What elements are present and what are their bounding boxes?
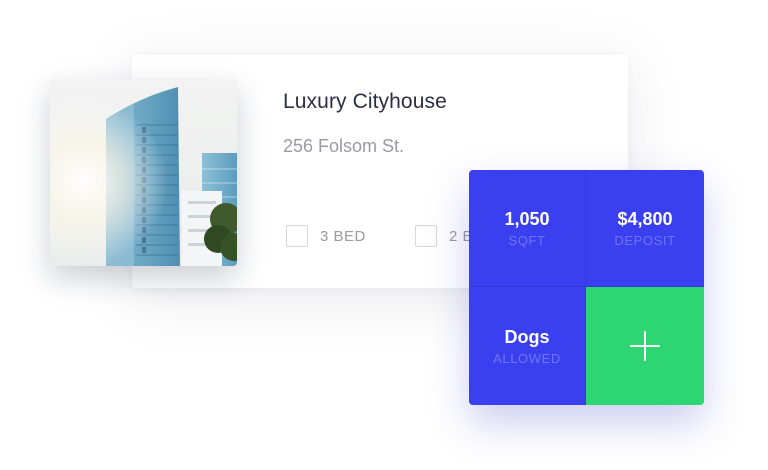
feature-bathrooms: 2 B xyxy=(415,225,473,247)
sqft-value: 1,050 xyxy=(504,208,550,229)
plus-icon xyxy=(630,331,660,361)
sqft-label: SQFT xyxy=(508,232,546,248)
bed-checkbox-icon xyxy=(286,225,308,247)
feature-bedrooms: 3 BED xyxy=(286,225,366,247)
feature-label: 3 BED xyxy=(320,227,366,245)
deposit-value: $4,800 xyxy=(617,208,673,229)
stats-grid: 1,050 SQFT $4,800 DEPOSIT Dogs ALLOWED xyxy=(469,170,704,405)
listing-address: 256 Folsom St. xyxy=(283,136,405,156)
sqft-tile: 1,050 SQFT xyxy=(469,170,586,287)
property-photo xyxy=(50,79,237,266)
pets-label: ALLOWED xyxy=(493,350,561,366)
add-button[interactable] xyxy=(586,287,704,405)
bath-checkbox-icon xyxy=(415,225,437,247)
deposit-tile: $4,800 DEPOSIT xyxy=(586,170,704,287)
pets-tile: Dogs ALLOWED xyxy=(469,287,586,405)
listing-stage: Luxury Cityhouse 256 Folsom St. 3 BED 2 … xyxy=(0,0,768,470)
pets-value: Dogs xyxy=(504,326,550,347)
deposit-label: DEPOSIT xyxy=(614,232,676,248)
listing-title: Luxury Cityhouse xyxy=(283,90,447,113)
